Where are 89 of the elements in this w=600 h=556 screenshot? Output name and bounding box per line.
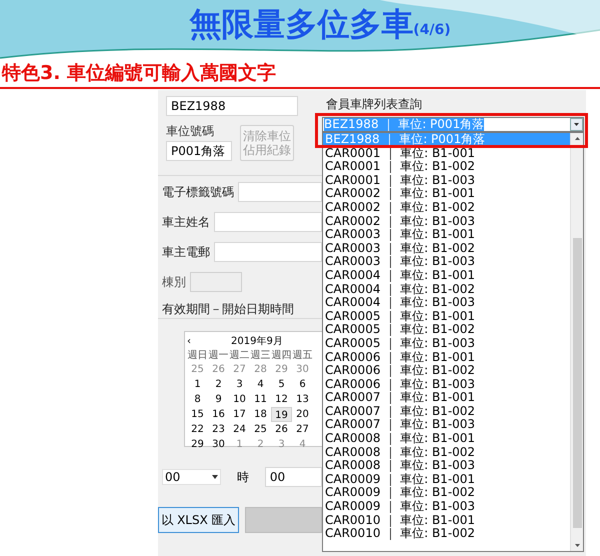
calendar-day[interactable]: 22 [187, 422, 208, 437]
plate-list-item[interactable]: CAR0005 ｜ 車位: B1-003 [323, 336, 570, 350]
calendar-day[interactable]: 11 [250, 392, 271, 407]
plate-list-item[interactable]: CAR0007 ｜ 車位: B1-001 [323, 391, 570, 405]
plate-list-item[interactable]: CAR0009 ｜ 車位: B1-003 [323, 500, 570, 514]
calendar-day[interactable]: 2 [208, 377, 229, 392]
plate-list-item[interactable]: CAR0001 ｜ 車位: B1-001 [323, 146, 570, 160]
calendar-day[interactable]: 17 [229, 407, 250, 422]
plate-list-item[interactable]: CAR0007 ｜ 車位: B1-003 [323, 418, 570, 432]
slide-subtitle: 特色3. 車位編號可輸入萬國文字 [0, 61, 276, 86]
calendar-day[interactable]: 5 [271, 377, 292, 392]
slide-counter: (4/6) [413, 21, 451, 40]
plate-list-item[interactable]: CAR0004 ｜ 車位: B1-003 [323, 296, 570, 310]
field-label: 車主姓名 [162, 215, 210, 229]
text-field[interactable] [214, 242, 322, 262]
plate-list-item[interactable]: CAR0001 ｜ 車位: B1-002 [323, 160, 570, 174]
scroll-down-icon [574, 544, 580, 547]
field-label: 棟別 [162, 275, 186, 289]
action-button[interactable] [244, 507, 322, 533]
plate-list-item[interactable]: CAR0004 ｜ 車位: B1-001 [323, 268, 570, 283]
slot-label: 車位號碼 [166, 124, 214, 138]
text-field[interactable] [238, 182, 322, 202]
calendar-day[interactable]: 20 [292, 407, 313, 422]
plate-list-item[interactable]: CAR0006 ｜ 車位: B1-002 [323, 364, 570, 378]
plate-list-item[interactable]: CAR0005 ｜ 車位: B1-001 [323, 310, 570, 324]
plate-list-item[interactable]: CAR0008 ｜ 車位: B1-001 [323, 432, 570, 446]
plate-list-item[interactable]: CAR0001 ｜ 車位: B1-003 [323, 174, 570, 188]
plate-list-item[interactable]: CAR0004 ｜ 車位: B1-002 [323, 282, 570, 296]
calendar[interactable]: ‹ 2019年9月 週日 週一週二週三週四週五 25 26 27 28 29 30 1 2 3 4 5 6 8 9 10 11 12 13 15 16 17 18 19 20 22 23 24 25 26 27 29 30 1 2 3 4 [184, 331, 322, 447]
calendar-month: 2019年9月 [231, 335, 283, 349]
hour-select[interactable]: 00 [162, 469, 221, 485]
hour-label: 時 [236, 470, 249, 484]
weekday-label: 週日 [187, 349, 208, 362]
plate-list-item[interactable]: CAR0007 ｜ 車位: B1-002 [323, 404, 570, 418]
calendar-day[interactable]: 3 [229, 377, 250, 392]
calendar-day[interactable]: 19 [271, 407, 292, 422]
calendar-day[interactable]: 6 [292, 377, 313, 392]
plate-list-item[interactable]: CAR0008 ｜ 車位: B1-003 [323, 459, 570, 473]
combo-dropdown-button[interactable] [570, 118, 583, 131]
weekday-label: 週一 [208, 349, 229, 362]
weekday-label: 週四 [271, 349, 292, 362]
period-label: 有效期間－開始日期時間 [162, 302, 294, 316]
calendar-day[interactable]: 26 [271, 422, 292, 437]
calendar-day[interactable]: 10 [229, 392, 250, 407]
scrollbar[interactable] [570, 133, 583, 551]
prev-month-button[interactable]: ‹ [187, 335, 191, 349]
plate-list-item[interactable]: CAR0009 ｜ 車位: B1-001 [323, 472, 570, 486]
slot-field[interactable]: P001角落 [166, 141, 232, 161]
import-xlsx-button[interactable]: 以 XLSX 匯入 [158, 507, 239, 533]
plate-list-item[interactable]: CAR0009 ｜ 車位: B1-002 [323, 486, 570, 500]
calendar-day[interactable]: 16 [208, 407, 229, 422]
slide-title: 無限量多位多車 [189, 4, 414, 44]
plate-list-item[interactable]: CAR0002 ｜ 車位: B1-002 [323, 200, 570, 215]
dropdown-arrow-icon [212, 475, 218, 479]
calendar-day[interactable]: 25 [250, 422, 271, 437]
plate-list-item[interactable]: CAR0002 ｜ 車位: B1-001 [323, 187, 570, 201]
plate-list-item[interactable]: CAR0008 ｜ 車位: B1-002 [323, 446, 570, 460]
plate-list-label: 會員車牌列表查詢 [326, 97, 422, 111]
plate-list-item[interactable]: CAR0003 ｜ 車位: B1-001 [323, 228, 570, 242]
calendar-day[interactable]: 13 [292, 392, 313, 407]
calendar-day[interactable]: 1 [187, 377, 208, 392]
calendar-day[interactable]: 18 [250, 407, 271, 422]
scroll-up-icon [574, 137, 580, 140]
dropdown-arrow-icon [574, 123, 579, 126]
plate-list-item[interactable]: CAR0010 ｜ 車位: B1-001 [323, 514, 570, 528]
plate-list-item[interactable]: CAR0003 ｜ 車位: B1-003 [323, 255, 570, 269]
calendar-day[interactable]: 4 [250, 377, 271, 392]
plate-list-item[interactable]: CAR0006 ｜ 車位: B1-003 [323, 378, 570, 392]
plate-list-item[interactable]: CAR0006 ｜ 車位: B1-001 [323, 350, 570, 364]
plate-list[interactable] [322, 132, 584, 552]
calendar-day[interactable]: 12 [271, 392, 292, 407]
plate-list-item[interactable]: CAR0002 ｜ 車位: B1-003 [323, 214, 570, 228]
text-field[interactable] [214, 212, 322, 232]
calendar-day[interactable]: 8 [187, 392, 208, 407]
calendar-day[interactable]: 15 [187, 407, 208, 422]
calendar-day[interactable]: 23 [208, 422, 229, 437]
minute-field[interactable]: 00 [264, 467, 322, 487]
field-label: 電子標籤號碼 [162, 185, 234, 199]
plate-list-item[interactable]: CAR0005 ｜ 車位: B1-002 [323, 323, 570, 337]
plate-field[interactable]: BEZ1988 [166, 96, 298, 116]
weekday-label: 週二 [229, 349, 250, 362]
calendar-day[interactable]: 24 [229, 422, 250, 437]
calendar-day[interactable]: 27 [292, 422, 313, 437]
weekday-label: 週三 [250, 349, 271, 362]
weekday-label: 週五 [292, 349, 313, 362]
calendar-day[interactable]: 9 [208, 392, 229, 407]
plate-list-item[interactable]: CAR0003 ｜ 車位: B1-002 [323, 242, 570, 256]
field-label: 車主電郵 [162, 245, 210, 259]
plate-list-item[interactable]: CAR0010 ｜ 車位: B1-002 [323, 527, 570, 541]
